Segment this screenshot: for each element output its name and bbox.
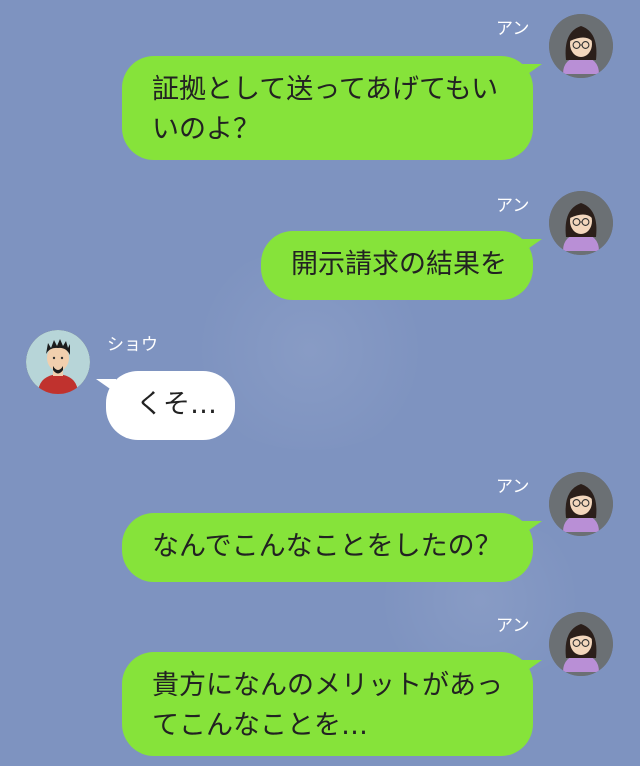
message-text-line: いのよ？ [152, 114, 260, 145]
other-avatar-icon[interactable] [26, 330, 90, 394]
message-text-line: くそ… [136, 389, 217, 420]
bubble-tail [522, 64, 542, 78]
chat-timeline[interactable]: アン 証拠として送ってあげてもい いのよ？ アン 開示請求の結果を ショウ くそ… [0, 0, 640, 766]
outgoing-message-bubble[interactable]: 貴方になんのメリットがあっ てこんなことを… [122, 652, 533, 756]
message-text-line: 貴方になんのメリットがあっ [152, 670, 503, 701]
sender-name: アン [496, 19, 530, 39]
bubble-tail [96, 379, 116, 393]
incoming-message-bubble[interactable]: くそ… [106, 371, 235, 440]
self-avatar-icon[interactable] [549, 472, 613, 536]
outgoing-message-bubble[interactable]: なんでこんなことをしたの？ [122, 513, 533, 582]
outgoing-message-bubble[interactable]: 開示請求の結果を [261, 231, 533, 300]
sender-name: アン [496, 616, 530, 636]
sender-name: アン [496, 477, 530, 497]
bubble-tail [522, 660, 542, 674]
self-avatar-icon[interactable] [549, 191, 613, 255]
message-text-line: 開示請求の結果を [291, 249, 507, 280]
sender-name: ショウ [107, 335, 158, 355]
sender-name: アン [496, 196, 530, 216]
self-avatar-icon[interactable] [549, 612, 613, 676]
message-text-line: 証拠として送ってあげてもい [152, 74, 499, 105]
outgoing-message-bubble[interactable]: 証拠として送ってあげてもい いのよ？ [122, 56, 533, 160]
self-avatar-icon[interactable] [549, 14, 613, 78]
bubble-tail [522, 521, 542, 535]
message-text-line: てこんなことを… [152, 710, 368, 741]
bubble-tail [522, 239, 542, 253]
message-text-line: なんでこんなことをしたの？ [152, 531, 502, 562]
